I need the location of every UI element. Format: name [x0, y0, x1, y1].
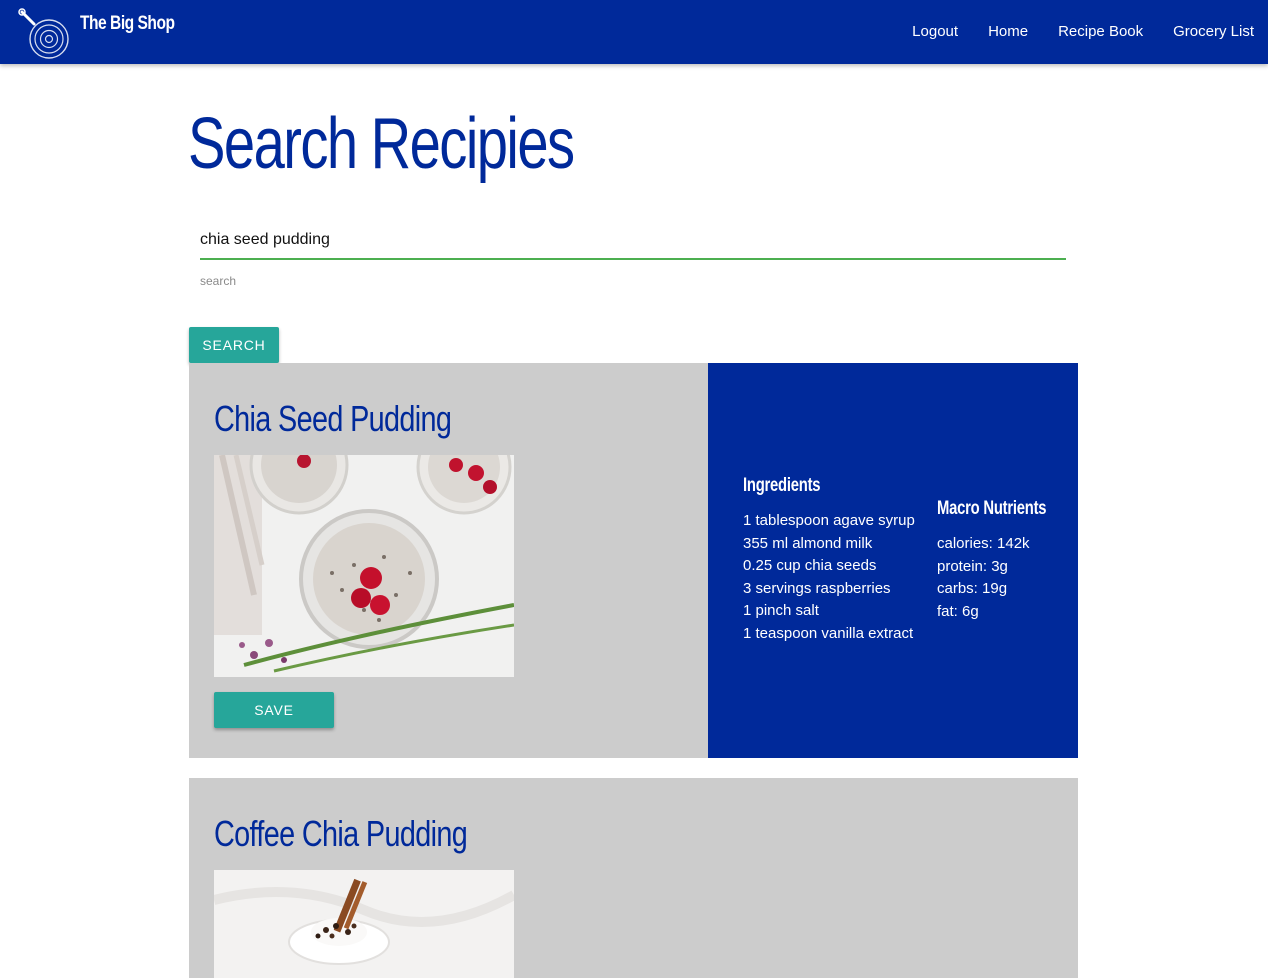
- ingredients-list: 1 tablespoon agave syrup 355 ml almond m…: [743, 510, 915, 645]
- recipe-info-panel: Ingredients 1 tablespoon agave syrup 355…: [708, 363, 1078, 758]
- nav-links: Logout Home Recipe Book Grocery List: [882, 22, 1254, 42]
- pan-logo-icon[interactable]: [16, 6, 72, 60]
- nav-link-recipe-book[interactable]: Recipe Book: [1058, 22, 1143, 42]
- search-helper-text: search: [200, 274, 237, 288]
- top-navbar: The Big Shop Logout Home Recipe Book Gro…: [0, 0, 1268, 64]
- ingredient-item: 1 teaspoon vanilla extract: [743, 624, 914, 642]
- recipe-card: Coffee Chia Pudding: [189, 778, 1078, 978]
- macro-item: protein: 3g: [937, 557, 1008, 575]
- macro-item: carbs: 19g: [937, 580, 1008, 597]
- brand-name[interactable]: The Big Shop: [80, 13, 175, 35]
- ingredients-heading: Ingredients: [743, 475, 821, 496]
- coffee-pudding-photo: [214, 870, 514, 978]
- save-button[interactable]: SAVE: [214, 692, 334, 728]
- ingredient-item: 1 pinch salt: [743, 602, 819, 619]
- page-title: Search Recipies: [188, 104, 575, 184]
- macro-nutrients-list: calories: 142k protein: 3g carbs: 19g fa…: [937, 533, 1030, 623]
- nav-link-grocery-list[interactable]: Grocery List: [1173, 22, 1254, 42]
- macro-nutrients-heading: Macro Nutrients: [937, 498, 1047, 519]
- search-input[interactable]: [200, 222, 1066, 260]
- search-button[interactable]: SEARCH: [189, 327, 279, 363]
- chia-pudding-photo: [214, 455, 514, 677]
- macro-item: calories: 142k: [937, 535, 1030, 552]
- recipe-card: Chia Seed Pudding SAVE Ingredients 1 tab…: [189, 363, 1078, 758]
- recipe-title: Coffee Chia Pudding: [214, 813, 468, 854]
- ingredient-item: 355 ml almond milk: [743, 534, 873, 552]
- recipe-title: Chia Seed Pudding: [214, 398, 452, 439]
- macro-item: fat: 6g: [937, 602, 979, 620]
- nav-link-home[interactable]: Home: [988, 22, 1028, 42]
- nav-link-logout[interactable]: Logout: [912, 22, 958, 42]
- ingredient-item: 1 tablespoon agave syrup: [743, 512, 915, 529]
- ingredient-item: 3 servings raspberries: [743, 579, 891, 597]
- ingredient-item: 0.25 cup chia seeds: [743, 557, 877, 574]
